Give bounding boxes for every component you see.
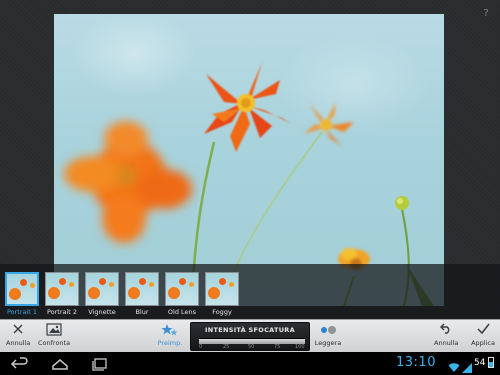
filter-vignette[interactable]: Vignette bbox=[84, 272, 120, 317]
filter-label: Old Lens bbox=[167, 308, 197, 316]
home-icon[interactable] bbox=[50, 356, 70, 370]
light-button[interactable]: Leggera bbox=[314, 323, 342, 347]
filter-blur[interactable]: Blur bbox=[124, 272, 160, 317]
filter-thumbnail bbox=[165, 272, 199, 306]
filter-label: Vignette bbox=[88, 308, 116, 316]
undo-icon bbox=[434, 323, 458, 338]
apply-label: Applica bbox=[471, 339, 495, 347]
undo-button[interactable]: Annulla bbox=[434, 323, 458, 347]
slider-tick: 75 bbox=[274, 344, 281, 350]
battery-percentage: 54 bbox=[474, 358, 486, 368]
filter-portrait-1[interactable]: Portrait 1 bbox=[4, 272, 40, 317]
preset-button[interactable]: Preimp. bbox=[156, 323, 184, 347]
light-label: Leggera bbox=[314, 339, 342, 347]
filter-thumbnail bbox=[125, 272, 159, 306]
status-clock: 13:10 bbox=[396, 355, 436, 370]
light-toggle-icon bbox=[314, 323, 342, 338]
battery-icon bbox=[488, 357, 494, 368]
compare-button[interactable]: Confronta bbox=[38, 323, 70, 347]
help-icon[interactable]: ? bbox=[481, 8, 491, 20]
photo-image bbox=[54, 14, 444, 306]
filter-label: Portrait 1 bbox=[6, 308, 38, 316]
filter-old-lens[interactable]: Old Lens bbox=[164, 272, 200, 317]
filter-strip: Portrait 1 Portrait 2 Vignette Blur Old … bbox=[0, 264, 500, 319]
editor-toolbar: Annulla Confronta Preimp. INTENSITÀ SFOC… bbox=[0, 319, 500, 352]
filter-thumbnail bbox=[45, 272, 79, 306]
signal-icon bbox=[462, 358, 472, 373]
filter-label: Portrait 2 bbox=[46, 308, 78, 316]
compare-label: Confronta bbox=[38, 339, 71, 347]
undo-label: Annulla bbox=[434, 339, 459, 347]
blur-intensity-slider[interactable]: INTENSITÀ SFOCATURA 0 25 50 75 100 bbox=[190, 322, 310, 351]
filter-thumbnail bbox=[85, 272, 119, 306]
flower-illustration bbox=[64, 62, 434, 306]
apply-button[interactable]: Applica bbox=[470, 323, 496, 347]
slider-title: INTENSITÀ SFOCATURA bbox=[205, 326, 295, 334]
filter-portrait-2[interactable]: Portrait 2 bbox=[44, 272, 80, 317]
slider-scale: 0 25 50 75 100 bbox=[199, 344, 305, 351]
back-icon[interactable] bbox=[10, 356, 30, 370]
filter-label: Blur bbox=[135, 308, 149, 316]
filter-foggy[interactable]: Foggy bbox=[204, 272, 240, 317]
image-icon bbox=[38, 323, 70, 338]
checkmark-icon bbox=[470, 323, 496, 338]
slider-tick: 0 bbox=[199, 344, 203, 350]
photo-canvas[interactable] bbox=[54, 14, 444, 306]
filter-label: Foggy bbox=[212, 308, 232, 316]
cancel-button[interactable]: Annulla bbox=[6, 323, 30, 347]
filter-thumbnail bbox=[5, 272, 39, 306]
system-navigation-bar: 13:10 54 bbox=[0, 352, 500, 375]
slider-tick: 50 bbox=[248, 344, 255, 350]
preset-label: Preimp. bbox=[157, 339, 183, 347]
close-icon bbox=[6, 323, 30, 338]
recent-apps-icon[interactable] bbox=[90, 356, 110, 371]
slider-tick: 100 bbox=[295, 344, 305, 350]
wifi-icon bbox=[448, 358, 460, 372]
slider-tick: 25 bbox=[223, 344, 230, 350]
cancel-label: Annulla bbox=[6, 339, 31, 347]
preset-stars-icon bbox=[156, 323, 184, 338]
filter-thumbnail bbox=[205, 272, 239, 306]
